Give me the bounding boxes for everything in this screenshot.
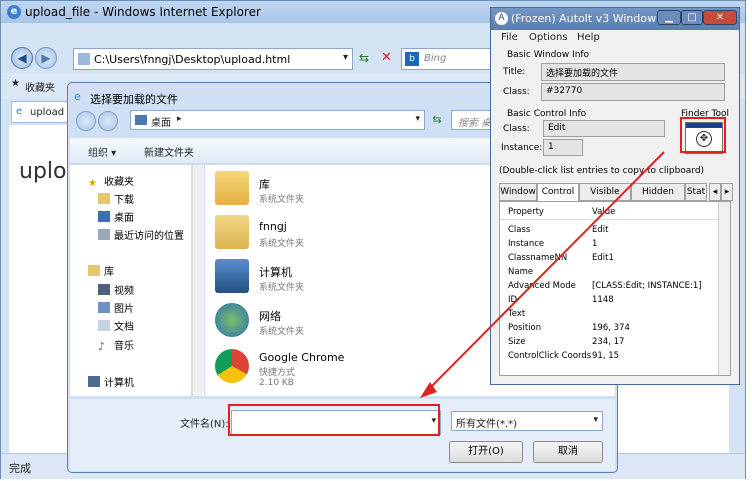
annotation-arrow: [420, 151, 665, 398]
arrow-line: [425, 151, 665, 393]
